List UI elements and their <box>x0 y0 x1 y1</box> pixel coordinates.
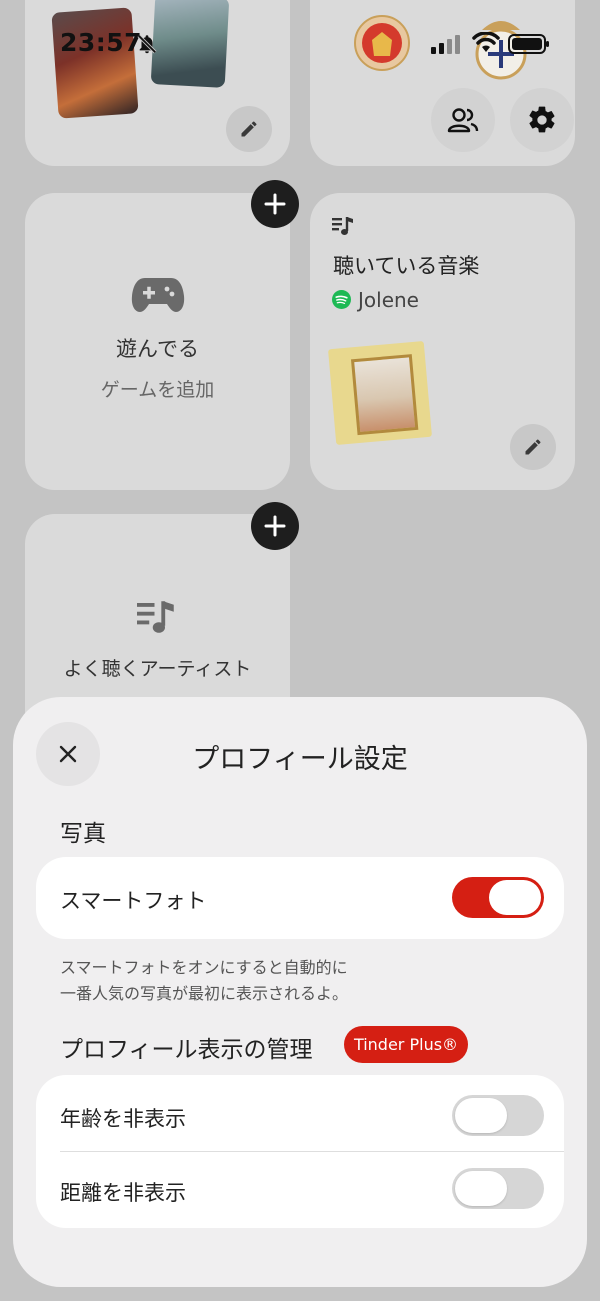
toggle-knob <box>455 1098 507 1133</box>
add-game-label[interactable]: ゲームを追加 <box>25 375 290 402</box>
profile-photo-2 <box>150 0 230 88</box>
plus-icon <box>264 193 286 215</box>
signal-icon <box>431 35 460 54</box>
add-section-button-2[interactable] <box>251 502 299 550</box>
club-crest-icon <box>354 15 410 71</box>
photo-section-heading: 写真 <box>60 821 106 847</box>
pencil-icon <box>241 121 257 137</box>
visibility-section-heading: プロフィール表示の管理 <box>60 1037 313 1063</box>
battery-icon <box>508 34 549 54</box>
smart-photo-toggle[interactable] <box>452 877 544 918</box>
hide-age-label: 年齢を非表示 <box>60 1107 186 1131</box>
edit-photos-button[interactable] <box>226 106 272 152</box>
toggle-knob <box>489 880 541 915</box>
listening-card-title: 聴いている音楽 <box>333 254 480 278</box>
people-icon <box>447 108 479 133</box>
profile-photo-1 <box>51 7 139 119</box>
friends-button[interactable] <box>431 88 495 152</box>
album-cover <box>327 340 433 446</box>
games-card-title: 遊んでる <box>116 337 199 361</box>
bell-off-icon <box>137 34 157 54</box>
close-button[interactable] <box>36 722 100 786</box>
hide-distance-toggle[interactable] <box>452 1168 544 1209</box>
wifi-icon <box>472 32 500 52</box>
top-artists-title: よく聴くアーティスト <box>63 658 252 680</box>
divider <box>60 1151 564 1152</box>
pencil-icon <box>525 439 541 455</box>
hide-age-toggle[interactable] <box>452 1095 544 1136</box>
spotify-icon <box>332 290 351 309</box>
close-icon <box>59 745 77 763</box>
toggle-knob <box>455 1171 507 1206</box>
smart-photo-helper: スマートフォトをオンにすると自動的に 一番人気の写真が最初に表示されるよ。 <box>60 955 348 1007</box>
sheet-title: プロフィール設定 <box>192 744 408 775</box>
helper-line-1: スマートフォトをオンにすると自動的に <box>60 958 348 977</box>
helper-line-2: 一番人気の写真が最初に表示されるよ。 <box>60 984 349 1003</box>
track-name: Jolene <box>358 288 419 312</box>
visibility-group: 年齢を非表示 距離を非表示 <box>36 1075 564 1228</box>
music-note-icon <box>332 217 353 235</box>
smart-photo-label: スマートフォト <box>60 889 207 913</box>
edit-music-button[interactable] <box>510 424 556 470</box>
music-note-icon <box>137 601 174 633</box>
tinder-plus-badge: Tinder Plus® <box>344 1026 468 1063</box>
plus-icon <box>264 515 286 537</box>
settings-button[interactable] <box>510 88 574 152</box>
hide-distance-label: 距離を非表示 <box>60 1181 186 1205</box>
gamepad-icon <box>131 278 185 312</box>
smart-photo-group: スマートフォト <box>36 857 564 939</box>
status-time: 23:57 <box>60 28 143 57</box>
add-section-button[interactable] <box>251 180 299 228</box>
gear-icon <box>529 106 555 133</box>
